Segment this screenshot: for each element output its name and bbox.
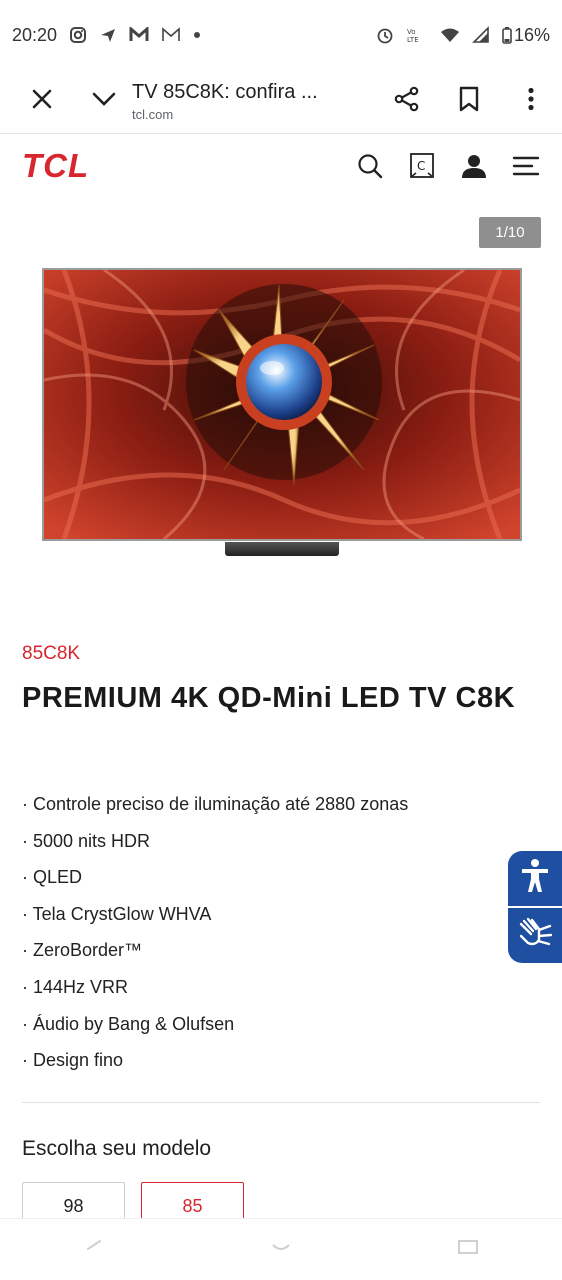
bookmark-button[interactable]: [438, 72, 500, 132]
svg-text:Vo: Vo: [407, 28, 416, 36]
tv-product-image: [42, 268, 522, 541]
feature-item: · Tela CrystGlow WHVA: [22, 903, 212, 924]
page-url: tcl.com: [132, 107, 174, 122]
browser-toolbar: TV 85C8K: confira ... tcl.com: [0, 70, 562, 134]
home-icon: [269, 1239, 293, 1260]
share-icon: [394, 86, 420, 117]
gallery-counter: 1/10: [479, 217, 541, 248]
home-button[interactable]: [261, 1230, 301, 1270]
accessibility-button[interactable]: [508, 851, 562, 906]
user-icon[interactable]: [460, 152, 488, 180]
recents-icon: [457, 1239, 479, 1260]
tcl-logo[interactable]: TCL: [22, 147, 89, 185]
svg-text:C: C: [417, 159, 425, 173]
search-icon[interactable]: [356, 152, 384, 180]
accessibility-person-icon: [519, 858, 551, 899]
more-options-button[interactable]: [500, 72, 562, 132]
battery-level: 16%: [513, 24, 550, 45]
sign-language-icon: [517, 916, 553, 955]
chevron-down-icon: [92, 91, 116, 112]
model-selector-label: Escolha seu modelo: [22, 1137, 212, 1160]
feature-item: · ZeroBorder™: [22, 940, 143, 961]
bookmark-icon: [458, 86, 480, 117]
compare-icon[interactable]: C: [408, 152, 436, 180]
alarm-icon: [376, 26, 394, 44]
dot-icon: [193, 31, 201, 39]
signal-icon: [472, 26, 490, 44]
product-title: PREMIUM 4K QD-Mini LED TV C8K: [22, 682, 516, 714]
page-title: TV 85C8K: confira ...: [132, 81, 318, 103]
menu-icon[interactable]: [512, 152, 540, 180]
minimize-button[interactable]: [84, 72, 124, 132]
close-icon: [31, 88, 53, 115]
battery-icon: [502, 26, 512, 44]
tv-stand: [225, 542, 339, 556]
system-nav-bar: [0, 1218, 562, 1280]
status-time: 20:20: [12, 24, 58, 45]
feature-item: · Design fino: [22, 1050, 124, 1071]
status-bar: 20:20 Vo LTE 16%: [0, 0, 562, 70]
send-icon: [99, 26, 117, 44]
page-info[interactable]: TV 85C8K: confira ... tcl.com: [124, 81, 376, 122]
site-header: TCL C: [0, 135, 562, 197]
feature-item: · QLED: [22, 867, 83, 888]
accessibility-widget: [508, 851, 562, 963]
close-tab-button[interactable]: [0, 72, 84, 132]
feature-item: · 144Hz VRR: [22, 976, 129, 997]
product-model-code: 85C8K: [22, 643, 81, 664]
back-icon: [84, 1239, 104, 1260]
share-button[interactable]: [376, 72, 438, 132]
feature-list: · Controle preciso de iluminação até 288…: [22, 786, 408, 1079]
volte-icon: Vo LTE: [406, 26, 428, 44]
more-vertical-icon: [527, 87, 535, 116]
wifi-icon: [440, 27, 460, 43]
gmail-icon: [129, 27, 149, 43]
sign-language-button[interactable]: [508, 908, 562, 963]
feature-item: · Controle preciso de iluminação até 288…: [22, 794, 409, 814]
recents-button[interactable]: [448, 1230, 488, 1270]
section-divider: [22, 1102, 540, 1103]
feature-item: · 5000 nits HDR: [22, 830, 151, 851]
gmail-outline-icon: [161, 27, 181, 43]
instagram-icon: [69, 26, 87, 44]
product-gallery[interactable]: 1/10: [0, 210, 562, 590]
back-button[interactable]: [74, 1230, 114, 1270]
feature-item: · Áudio by Bang & Olufsen: [22, 1013, 235, 1034]
svg-text:LTE: LTE: [407, 36, 419, 44]
